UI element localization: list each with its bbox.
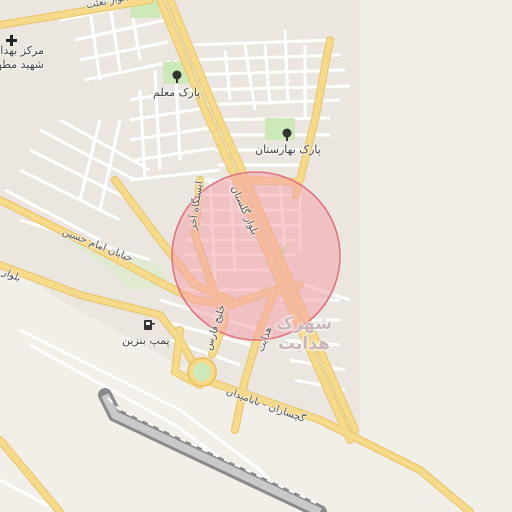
park-baharestan-area bbox=[265, 118, 295, 140]
map-view[interactable]: مرکز بهداشت شهید مطهری پارک معلم پارک به… bbox=[0, 0, 512, 512]
map-canvas[interactable] bbox=[0, 0, 512, 512]
neighborhood-label-line2: هدایت bbox=[278, 334, 330, 354]
park-baharestan-label[interactable]: پارک بهارستان bbox=[255, 143, 321, 156]
gas-station-label[interactable]: پمپ بنزین bbox=[122, 334, 170, 347]
neighborhood-label-line1: شهرک bbox=[276, 314, 332, 334]
neighborhood-label: شهرک هدایت bbox=[276, 314, 332, 354]
hospital-label-line2: شهید مطهری bbox=[0, 58, 44, 71]
hospital-label[interactable]: مرکز بهداشت شهید مطهری bbox=[0, 44, 44, 72]
roundabout-center bbox=[193, 363, 211, 381]
hospital-label-line1: مرکز بهداشت bbox=[0, 44, 44, 57]
park-moallem-label[interactable]: پارک معلم bbox=[153, 86, 200, 99]
